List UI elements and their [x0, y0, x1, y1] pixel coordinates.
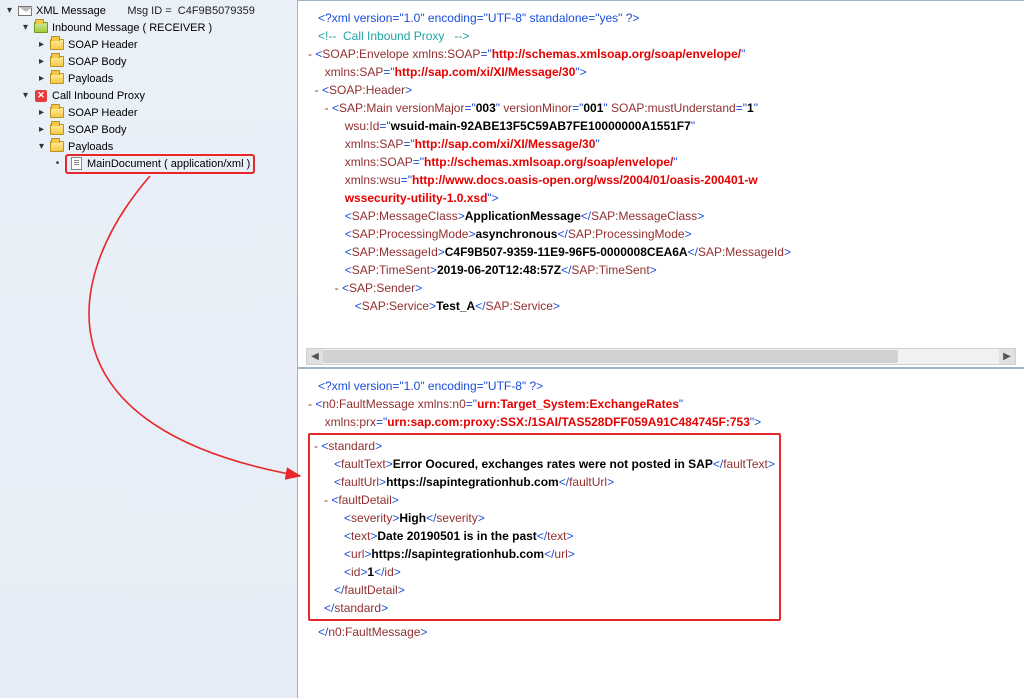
xml-pane-fault[interactable]: <?xml version="1.0" encoding="UTF-8" ?> … [298, 369, 1024, 698]
folder-icon [49, 72, 65, 86]
xml-decl: <?xml version="1.0" encoding="UTF-8" sta… [318, 11, 639, 25]
xml-decl-2: <?xml version="1.0" encoding="UTF-8" ?> [318, 379, 543, 393]
horizontal-scrollbar[interactable]: ◀ ▶ [306, 348, 1016, 365]
folder-icon [49, 106, 65, 120]
xml-pane-envelope[interactable]: <?xml version="1.0" encoding="UTF-8" sta… [298, 1, 1024, 369]
tree-item-payloads[interactable]: ▸ Payloads [2, 70, 295, 87]
collapse-icon[interactable]: ▾ [20, 22, 31, 33]
tree-root[interactable]: ▾ XML Message Msg ID = C4F9B5079359 [2, 2, 295, 19]
xml-comment: <!-- Call Inbound Proxy --> [318, 29, 469, 43]
xml-content: <?xml version="1.0" encoding="UTF-8" sta… [298, 0, 1024, 698]
msgid-value: C4F9B5079359 [178, 5, 255, 17]
tree-inbound[interactable]: ▾ Inbound Message ( RECEIVER ) [2, 19, 295, 36]
collapse-icon[interactable]: ▾ [20, 90, 31, 101]
soap-envelope-open: SOAP:Envelope [322, 47, 409, 61]
tree-call-inbound-proxy[interactable]: ▾ ✕ Call Inbound Proxy [2, 87, 295, 104]
envelope-icon [17, 4, 33, 18]
folder-icon [49, 38, 65, 52]
tree-item-soap-header[interactable]: ▸ SOAP Header [2, 36, 295, 53]
collapse-icon[interactable]: ▾ [36, 141, 47, 152]
collapse-icon[interactable]: ▾ [4, 5, 15, 16]
folder-icon [49, 123, 65, 137]
tree-root-label: XML Message [36, 5, 106, 17]
tree-inbound-label: Inbound Message ( RECEIVER ) [52, 22, 212, 34]
tree-item-soap-body[interactable]: ▸ SOAP Body [2, 53, 295, 70]
tree-item-payloads-2[interactable]: ▾ Payloads [2, 138, 295, 155]
expand-icon[interactable]: ▸ [36, 107, 47, 118]
msgid-label: Msg ID = [127, 5, 171, 17]
sap-main-open: SAP:Main [339, 101, 392, 115]
fault-highlight-box: - <standard> <faultText>Error Oocured, e… [308, 433, 781, 621]
expand-icon[interactable]: ▸ [36, 73, 47, 84]
soap-header-open: SOAP:Header [329, 83, 405, 97]
tree-item-main-document[interactable]: • MainDocument ( application/xml ) [2, 155, 295, 172]
message-tree: ▾ XML Message Msg ID = C4F9B5079359 ▾ In… [0, 0, 298, 698]
folder-open-icon [33, 21, 49, 35]
expand-icon[interactable]: ▸ [36, 56, 47, 67]
fault-open: n0:FaultMessage [322, 397, 414, 411]
tree-item-soap-header-2[interactable]: ▸ SOAP Header [2, 104, 295, 121]
proxy-icon: ✕ [33, 89, 49, 103]
expand-icon[interactable]: ▸ [36, 124, 47, 135]
scroll-left-icon[interactable]: ◀ [307, 349, 323, 364]
folder-icon [49, 140, 65, 154]
expand-icon[interactable]: ▸ [36, 39, 47, 50]
bullet-icon: • [52, 158, 63, 169]
tree-item-soap-body-2[interactable]: ▸ SOAP Body [2, 121, 295, 138]
scroll-right-icon[interactable]: ▶ [999, 349, 1015, 364]
folder-icon [49, 55, 65, 69]
document-icon [68, 157, 84, 171]
